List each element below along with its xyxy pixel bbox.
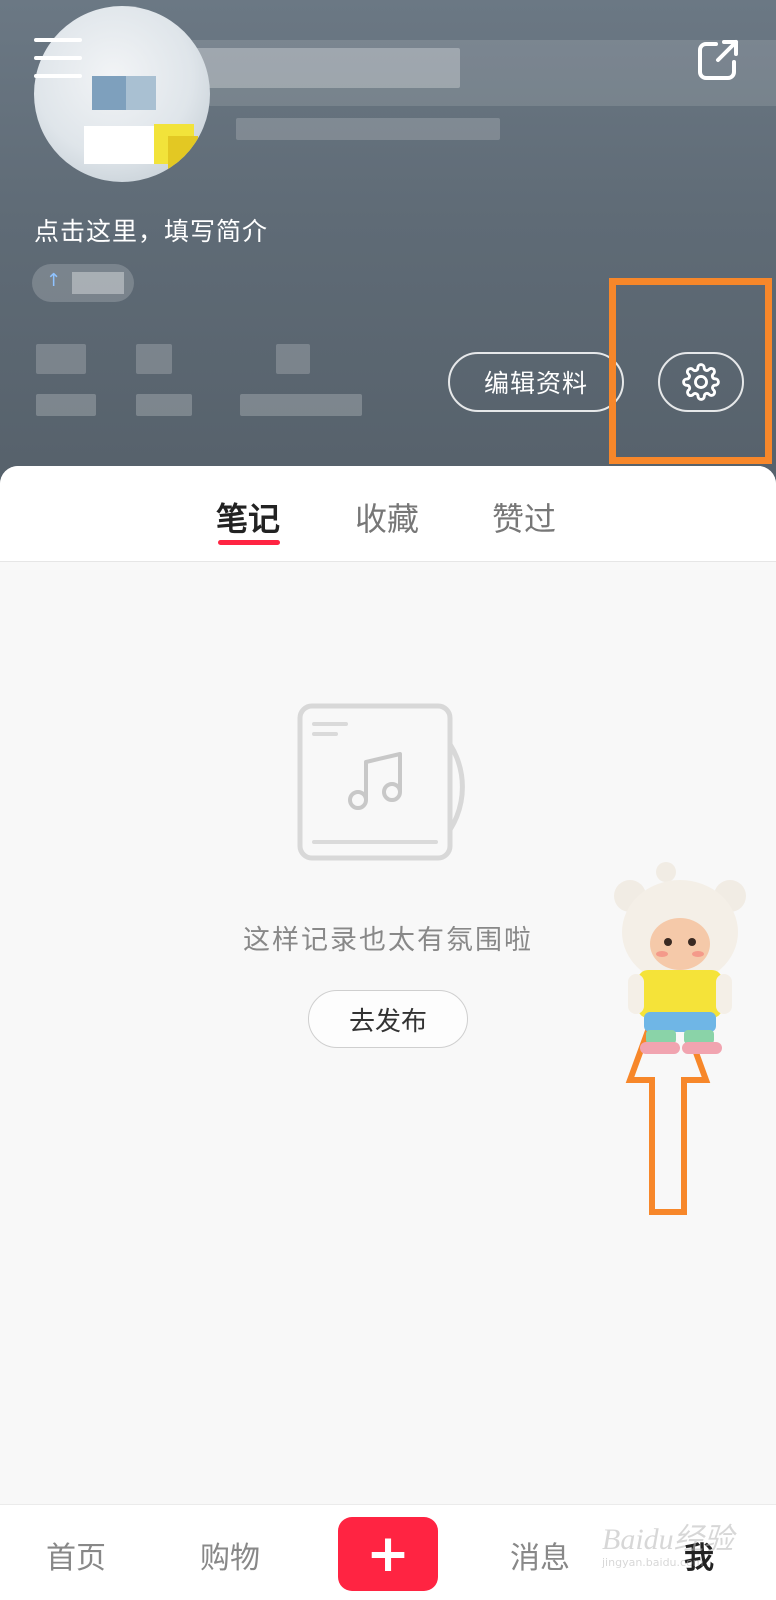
profile-header: 点击这里，填写简介 ↑ 编辑资料 bbox=[0, 0, 776, 490]
publish-button[interactable]: 去发布 bbox=[308, 990, 468, 1048]
music-album-icon bbox=[297, 703, 465, 861]
nav-add-button[interactable]: + bbox=[338, 1517, 438, 1591]
tab-bar: 笔记 收藏 赞过 bbox=[0, 466, 776, 562]
edit-profile-button[interactable]: 编辑资料 bbox=[448, 352, 624, 412]
avatar[interactable] bbox=[34, 6, 210, 182]
active-tab-indicator bbox=[218, 540, 280, 545]
nav-shopping[interactable]: 购物 bbox=[200, 1533, 260, 1577]
blurred-username bbox=[170, 48, 460, 88]
stat-following[interactable] bbox=[36, 344, 86, 374]
watermark-url: jingyan.baidu.com bbox=[602, 1556, 704, 1569]
stat-fans[interactable] bbox=[136, 344, 172, 374]
mascot-sticker[interactable] bbox=[610, 862, 750, 1062]
stat-fans-label bbox=[136, 394, 192, 416]
baidu-watermark: Baidu经验 jingyan.baidu.com bbox=[594, 1506, 744, 1576]
stat-likes-label bbox=[240, 394, 362, 416]
blurred-user-id bbox=[236, 118, 500, 140]
stat-likes[interactable] bbox=[276, 344, 310, 374]
watermark-text: Baidu经验 bbox=[602, 1523, 734, 1556]
tab-collections[interactable]: 收藏 bbox=[355, 494, 419, 540]
stat-following-label bbox=[36, 394, 96, 416]
gear-icon bbox=[682, 363, 720, 401]
location-badge: ↑ bbox=[32, 264, 134, 302]
tab-notes[interactable]: 笔记 bbox=[216, 494, 280, 540]
tab-liked[interactable]: 赞过 bbox=[492, 494, 556, 540]
menu-icon[interactable] bbox=[34, 38, 82, 78]
location-arrow-icon: ↑ bbox=[46, 270, 62, 291]
nav-home[interactable]: 首页 bbox=[46, 1533, 106, 1577]
settings-button[interactable] bbox=[658, 352, 744, 412]
share-icon[interactable] bbox=[694, 36, 742, 84]
nav-messages[interactable]: 消息 bbox=[510, 1533, 570, 1577]
bio-text[interactable]: 点击这里，填写简介 bbox=[34, 212, 268, 248]
